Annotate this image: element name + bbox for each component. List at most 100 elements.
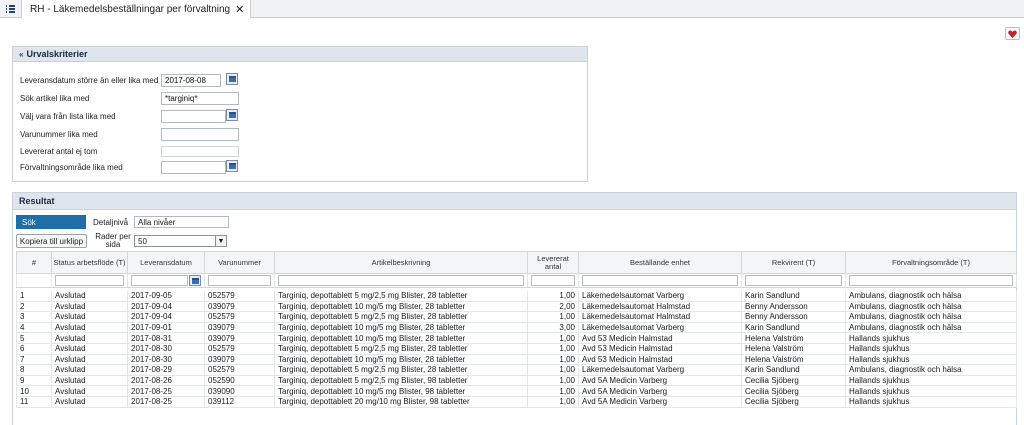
column-header[interactable]: Beställande enhet [578,251,742,274]
delivery-date-input[interactable]: 2017-08-08 [161,73,221,87]
table-row[interactable]: 10 Avslutad 2017-08-25 039090 Targiniq, depo… [16,385,1017,397]
filter-input[interactable] [531,275,575,286]
table-row[interactable]: 3 Avslutad 2017-09-04 052579 Targiniq, depot… [16,311,1017,323]
table-cell: 2 [16,301,52,313]
table-cell: 3 [16,311,52,323]
rows-per-page-select[interactable]: 50 ▼ [134,235,227,247]
table-header-row: # Status arbetsflöde (T) Leveransdatum V… [16,251,1017,274]
tab-active[interactable]: RH - Läkemedelsbeställningar per förvalt… [21,0,252,18]
table-cell: Hallands sjukhus [845,332,1017,344]
table-cell: 039079 [204,332,275,344]
column-header[interactable]: Förvaltningsområde (T) [845,251,1017,274]
table-cell: Avd 53 Medicin Halmstad [578,332,742,344]
table-cell: Avd 5A Medicin Varberg [578,396,742,408]
calendar-icon[interactable] [226,73,238,85]
column-header[interactable]: Varunummer [204,251,275,274]
table-cell: 2017-09-01 [127,322,205,334]
column-header[interactable]: Artikelbeskrivning [274,251,528,274]
table-cell: Targiniq, depottablett 5 mg/2,5 mg Blist… [274,311,528,323]
table-row[interactable]: 11 Avslutad 2017-08-25 039112 Targiniq, depo… [16,396,1017,408]
table-cell: 052590 [204,375,275,387]
search-button[interactable]: Sök [16,215,86,229]
filter-input[interactable] [582,275,738,286]
table-cell: 1,00 [527,385,579,397]
table-cell: Avslutad [51,311,128,323]
results-table: # Status arbetsflöde (T) Leveransdatum V… [16,251,1017,408]
result-panel: Resultat Sök Detaljnivå Alla nivåer Kopi… [12,192,1017,425]
table-cell: Hallands sjukhus [845,396,1017,408]
table-row[interactable]: 8 Avslutad 2017-08-29 052579 Targiniq, depot… [16,364,1017,376]
column-header[interactable]: Levererat antal [527,251,579,274]
table-cell: 2017-08-30 [127,343,205,355]
table-cell: 039090 [204,385,275,397]
table-cell: Karin Sandlund [741,364,846,376]
table-cell: 1,00 [527,375,579,387]
list-picker-icon[interactable] [226,160,238,172]
filter-input[interactable] [278,275,524,286]
table-cell: Benny Andersson [741,311,846,323]
table-cell: Ambulans, diagnostik och hälsa [845,322,1017,334]
table-cell: Avd 5A Medicin Varberg [578,375,742,387]
chevron-down-icon: ▼ [215,236,226,246]
table-cell: 039079 [204,301,275,313]
table-cell: 052579 [204,364,275,376]
delivered-qty-input[interactable] [161,145,239,157]
table-cell: 11 [16,396,52,408]
table-cell: Cecilia Sjöberg [741,375,846,387]
favorite-button[interactable] [1005,27,1020,40]
column-header[interactable]: Status arbetsflöde (T) [51,251,128,274]
filter-input[interactable] [208,275,271,286]
product-list-label: Välj vara från lista lika med [20,111,116,121]
filter-input[interactable] [849,275,1013,286]
rows-per-page-value: 50 [138,236,147,246]
menu-button[interactable] [0,0,20,18]
table-cell: 1,00 [527,343,579,355]
table-row[interactable]: 6 Avslutad 2017-08-30 052579 Targiniq, depot… [16,343,1017,355]
product-list-input[interactable] [161,109,226,123]
table-cell: 039079 [204,354,275,366]
table-cell: 2017-08-25 [127,385,205,397]
column-header[interactable]: # [16,251,52,274]
table-cell: Targiniq, depottablett 20 mg/10 mg Blist… [274,396,528,408]
detail-level-field[interactable]: Alla nivåer [134,216,229,228]
table-cell: 039112 [204,396,275,408]
delivered-qty-label: Levererat antal ej tom [20,146,98,156]
table-cell: Avslutad [51,385,128,397]
table-cell: 2017-08-26 [127,375,205,387]
admin-area-label: Förvaltningsområde lika med [20,162,123,172]
article-search-input[interactable]: *targiniq* [161,91,239,105]
criteria-header[interactable]: « Urvalskriterier [13,47,587,62]
filter-input[interactable] [745,275,842,286]
table-cell: 052579 [204,343,275,355]
table-cell: Läkemedelsautomat Varberg [578,322,742,334]
table-row[interactable]: 9 Avslutad 2017-08-26 052590 Targiniq, depot… [16,375,1017,387]
filter-input[interactable] [131,275,201,286]
table-cell: 2017-08-31 [127,332,205,344]
list-picker-icon[interactable] [226,109,238,121]
close-icon[interactable]: ✕ [235,3,244,16]
table-row[interactable]: 1 Avslutad 2017-09-05 052579 Targiniq, depot… [16,290,1017,302]
menu-icon [5,5,15,13]
filter-input[interactable] [55,275,124,286]
table-cell: Ambulans, diagnostik och hälsa [845,311,1017,323]
item-number-input[interactable] [161,127,239,141]
copy-to-clipboard-button[interactable]: Kopiera till urklipp [16,234,87,248]
table-cell: Karin Sandlund [741,290,846,302]
table-cell: Ambulans, diagnostik och hälsa [845,301,1017,313]
column-header[interactable]: Rekvirent (T) [741,251,846,274]
table-cell: Targiniq, depottablett 10 mg/5 mg Bliste… [274,354,528,366]
table-cell: Targiniq, depottablett 10 mg/5 mg Bliste… [274,322,528,334]
table-row[interactable]: 4 Avslutad 2017-09-01 039079 Targiniq, depot… [16,322,1017,334]
chevron-up-icon: « [19,49,24,59]
admin-area-input[interactable] [161,160,226,174]
table-cell: Läkemedelsautomat Varberg [578,364,742,376]
table-row[interactable]: 5 Avslutad 2017-08-31 039079 Targiniq, depot… [16,332,1017,344]
table-cell: 2017-08-29 [127,364,205,376]
table-cell: 9 [16,375,52,387]
column-header[interactable]: Leveransdatum [127,251,205,274]
table-row[interactable]: 7 Avslutad 2017-08-30 039079 Targiniq, depot… [16,354,1017,366]
calendar-icon[interactable] [189,275,201,286]
table-row[interactable]: 2 Avslutad 2017-09-04 039079 Targiniq, depot… [16,301,1017,313]
article-label: Sök artikel lika med [20,93,90,103]
table-cell: 3,00 [527,322,579,334]
